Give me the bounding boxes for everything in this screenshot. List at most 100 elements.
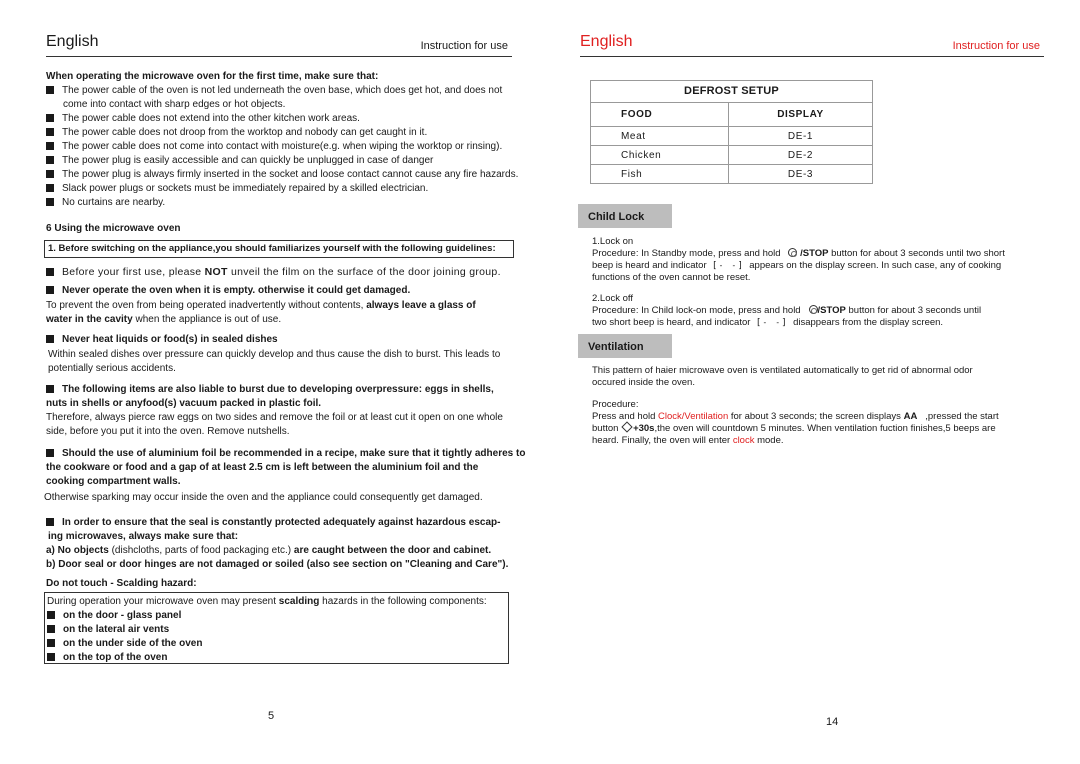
foil-heading: Should the use of aluminium foil be reco… (46, 447, 525, 460)
list-item: The power cable of the oven is not led u… (46, 84, 502, 97)
instruction-label: Instruction for use (420, 39, 508, 52)
display-cell: DE-3 (728, 164, 873, 184)
display-aa: AA (903, 411, 918, 422)
bullet-icon (46, 127, 54, 136)
bullet-icon (46, 85, 54, 94)
lock-off-label: 2.Lock off (592, 293, 634, 304)
bullet-icon (46, 141, 54, 150)
page-number: 14 (826, 716, 839, 728)
right-page-header: English Instruction for use (580, 33, 1044, 57)
procedure-line-2: button +30s,the oven will countdown 5 mi… (592, 421, 996, 434)
first-time-heading: When operating the microwave oven for th… (46, 71, 379, 82)
language-label: English (46, 33, 99, 51)
seal-heading-cont: ing microwaves, always make sure that: (48, 531, 239, 542)
scalding-heading: Do not touch - Scalding hazard: (46, 578, 197, 589)
clock-ventilation-keyword: Clock/Ventilation (658, 411, 729, 422)
bullet-icon (46, 517, 54, 526)
clock-keyword: clock (732, 435, 755, 446)
seal-item-b: b) Door seal or door hinges are not dama… (46, 559, 509, 570)
procedure-line-3: heard. Finally, the oven will enter cloc… (592, 435, 784, 446)
defrost-title: DEFROST SETUP (590, 80, 873, 103)
empty-warning-text: To prevent the oven from being operated … (46, 300, 476, 311)
table-header-row: FOOD DISPLAY (590, 102, 873, 127)
scalding-box: During operation your microwave oven may… (44, 592, 509, 664)
guideline-box: 1. Before switching on the appliance,you… (44, 240, 514, 258)
list-item: on the under side of the oven (47, 637, 508, 650)
ventilation-desc-line: This pattern of haier microwave oven is … (592, 365, 973, 376)
ventilation-procedure: Procedure: Press and hold Clock/Ventilat… (592, 399, 999, 447)
child-lock-heading: Child Lock (578, 204, 672, 228)
food-cell: Meat (590, 126, 729, 146)
stop-button-icon (788, 248, 798, 257)
burst-text-cont: side, before you put it into the oven. R… (46, 426, 290, 437)
language-label: English (580, 33, 633, 51)
lock-on-line-1: Procedure: In Standby mode, press and ho… (592, 248, 1005, 259)
list-item: The power cable does not come into conta… (46, 140, 502, 153)
bullet-icon (46, 155, 54, 164)
list-item: Slack power plugs or sockets must be imm… (46, 182, 428, 195)
lock-on-line-3: functions of the oven cannot be reset. (592, 272, 751, 283)
table-row: Chicken DE-2 (590, 145, 873, 165)
food-cell: Chicken (590, 145, 729, 165)
table-row: Meat DE-1 (590, 126, 873, 146)
list-item: The power cable does not droop from the … (46, 126, 427, 139)
list-item: The power plug is always firmly inserted… (46, 168, 518, 181)
bullet-icon (46, 285, 54, 294)
ventilation-desc-line: occured inside the oven. (592, 377, 695, 388)
column-header-display: DISPLAY (728, 102, 873, 127)
bullet-icon (46, 197, 54, 206)
seal-heading: In order to ensure that the seal is cons… (46, 516, 500, 529)
bullet-icon (46, 448, 54, 457)
left-page-header: English Instruction for use (46, 33, 512, 57)
scalding-intro: During operation your microwave oven may… (47, 596, 487, 607)
bullet-icon (47, 652, 55, 661)
list-item-continuation: come into contact with sharp edges or ho… (63, 99, 286, 110)
lock-indicator-icon: [˗ ˗] (711, 261, 744, 271)
bullet-icon (47, 610, 55, 619)
procedure-label: Procedure: (592, 399, 639, 410)
procedure-line-1: Press and hold Clock/Ventilation for abo… (592, 411, 999, 422)
bullet-icon (46, 169, 54, 178)
bullet-icon (46, 334, 54, 343)
display-cell: DE-1 (728, 126, 873, 146)
seal-item-a: a) No objects (dishcloths, parts of food… (46, 545, 492, 556)
sealed-dishes-heading: Never heat liquids or food(s) in sealed … (46, 333, 278, 346)
list-item: on the top of the oven (47, 651, 508, 664)
child-lock-off: 2.Lock off Procedure: In Child lock-on m… (592, 293, 981, 329)
lock-indicator-icon: [˗ ˗] (755, 318, 788, 328)
empty-warning-text-cont: water in the cavity when the appliance i… (46, 314, 282, 325)
defrost-table: DEFROST SETUP FOOD DISPLAY Meat DE-1 Chi… (590, 80, 873, 184)
bullet-icon (46, 113, 54, 122)
foil-heading-cont2: cooking compartment walls. (46, 476, 181, 487)
film-note: Before your first use, please NOT unveil… (46, 266, 501, 280)
stop-button-icon (808, 305, 818, 314)
list-item: The power cable does not extend into the… (46, 112, 360, 125)
list-item: No curtains are nearby. (46, 196, 165, 209)
lock-off-line-1: Procedure: In Child lock-on mode, press … (592, 305, 982, 316)
lock-on-line-2: beep is heard and indicator [˗ ˗] appear… (592, 260, 1002, 271)
child-lock-on: 1.Lock on Procedure: In Standby mode, pr… (592, 236, 1005, 284)
list-item: on the lateral air vents (47, 623, 508, 636)
table-row: Fish DE-3 (590, 164, 873, 184)
ventilation-description: This pattern of haier microwave oven is … (592, 365, 973, 389)
food-cell: Fish (590, 164, 729, 184)
instruction-label: Instruction for use (952, 39, 1040, 52)
list-item: on the door - glass panel (47, 609, 508, 622)
column-header-food: FOOD (590, 102, 729, 127)
section-heading: 6 Using the microwave oven (46, 223, 181, 234)
foil-heading-cont: the cookware or food and a gap of at lea… (46, 462, 479, 473)
lock-on-label: 1.Lock on (592, 236, 634, 247)
bullet-icon (46, 384, 54, 393)
sealed-dishes-text: Within sealed dishes over pressure can q… (48, 349, 501, 360)
bullet-icon (47, 624, 55, 633)
display-cell: DE-2 (728, 145, 873, 165)
start-button-icon (621, 421, 633, 433)
bullet-icon (46, 183, 54, 192)
empty-warning-heading: Never operate the oven when it is empty.… (46, 284, 410, 297)
sealed-dishes-text-cont: potentially serious accidents. (48, 363, 176, 374)
lock-off-line-2: two short beep is heard, and indicator [… (592, 317, 944, 328)
list-item: The power plug is easily accessible and … (46, 154, 433, 167)
page-number: 5 (268, 710, 275, 722)
bullet-icon (47, 638, 55, 647)
burst-heading: The following items are also liable to b… (46, 383, 494, 396)
